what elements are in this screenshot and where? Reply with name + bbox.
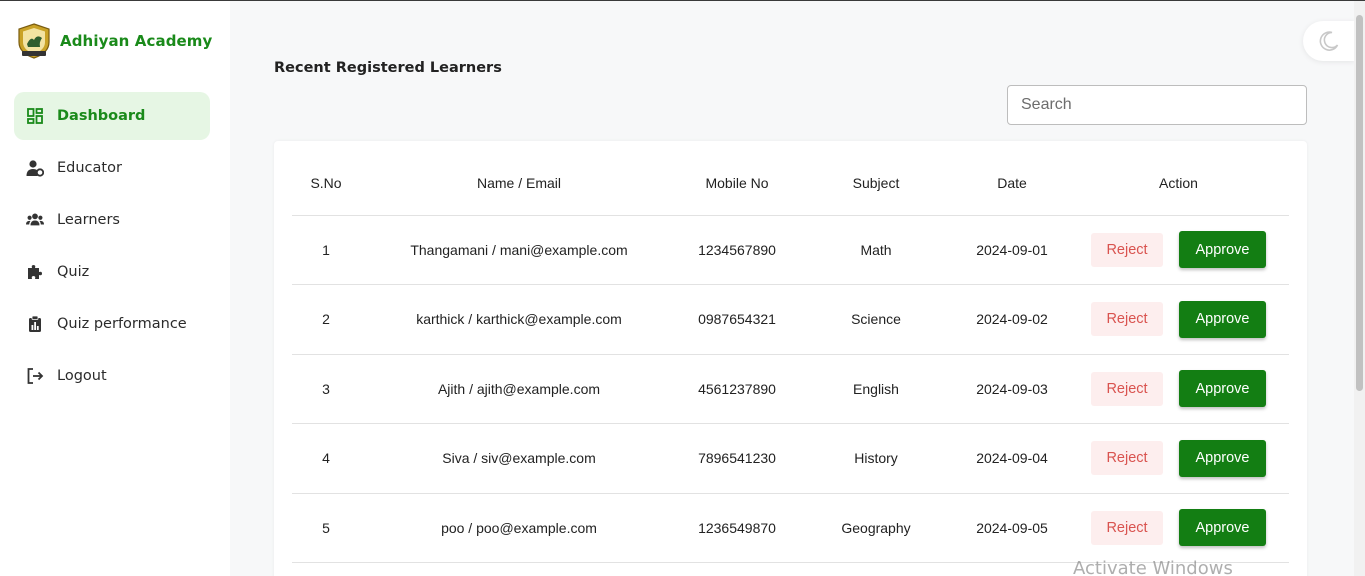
- sidebar-item-label: Educator: [57, 160, 122, 176]
- brand-name: Adhiyan Academy: [60, 32, 213, 50]
- dashboard-icon: [25, 106, 45, 126]
- sidebar-item-label: Dashboard: [57, 108, 146, 124]
- cell-name-email: Siva / siv@example.com: [360, 423, 678, 494]
- activate-windows-watermark: Activate Windows: [1073, 558, 1233, 576]
- cell-sno: 2: [292, 284, 360, 355]
- cell-actions: Reject Approve: [1068, 284, 1289, 355]
- table-row: 1 Thangamani / mani@example.com 12345678…: [292, 215, 1289, 285]
- learners-table: S.No Name / Email Mobile No Subject Date…: [292, 151, 1289, 563]
- page-scrollbar[interactable]: [1354, 1, 1365, 576]
- reject-button[interactable]: Reject: [1091, 302, 1163, 337]
- cell-date: 2024-09-05: [956, 493, 1068, 563]
- cell-date: 2024-09-04: [956, 423, 1068, 494]
- approve-button[interactable]: Approve: [1179, 439, 1266, 477]
- column-header-action: Action: [1068, 151, 1289, 216]
- cell-date: 2024-09-01: [956, 215, 1068, 285]
- reject-button[interactable]: Reject: [1091, 510, 1163, 545]
- reject-button[interactable]: Reject: [1091, 371, 1163, 406]
- users-icon: [25, 210, 45, 230]
- cell-sno: 4: [292, 423, 360, 494]
- cell-subject: English: [796, 354, 956, 424]
- cell-sno: 5: [292, 493, 360, 563]
- approve-button[interactable]: Approve: [1179, 231, 1266, 269]
- puzzle-icon: [25, 262, 45, 282]
- page-title: Recent Registered Learners: [274, 60, 502, 76]
- brand[interactable]: Adhiyan Academy: [16, 22, 212, 60]
- academy-logo-icon: [18, 23, 50, 59]
- sidebar-item-quiz[interactable]: Quiz: [14, 248, 210, 296]
- search-input[interactable]: [1007, 85, 1307, 125]
- sidebar-item-label: Logout: [57, 368, 107, 384]
- cell-actions: Reject Approve: [1068, 354, 1289, 424]
- scrollbar-thumb[interactable]: [1356, 15, 1363, 391]
- cell-mobile: 1236549870: [678, 493, 796, 563]
- user-gear-icon: [25, 158, 45, 178]
- cell-name-email: poo / poo@example.com: [360, 493, 678, 563]
- cell-date: 2024-09-03: [956, 354, 1068, 424]
- column-header-date: Date: [956, 151, 1068, 216]
- sidebar-item-label: Learners: [57, 212, 120, 228]
- sidebar-item-educator[interactable]: Educator: [14, 144, 210, 192]
- learners-table-card: S.No Name / Email Mobile No Subject Date…: [274, 141, 1307, 576]
- sidebar-item-label: Quiz performance: [57, 316, 187, 332]
- sidebar: Adhiyan Academy Dashboard Educator Learn…: [0, 1, 230, 576]
- sidebar-nav: Dashboard Educator Learners Quiz Quiz pe…: [14, 92, 210, 404]
- cell-mobile: 7896541230: [678, 423, 796, 494]
- clipboard-chart-icon: [25, 314, 45, 334]
- approve-button[interactable]: Approve: [1179, 300, 1266, 338]
- cell-name-email: Ajith / ajith@example.com: [360, 354, 678, 424]
- logout-icon: [25, 366, 45, 386]
- cell-name-email: Thangamani / mani@example.com: [360, 215, 678, 285]
- column-header-name-email: Name / Email: [360, 151, 678, 216]
- cell-mobile: 0987654321: [678, 284, 796, 355]
- reject-button[interactable]: Reject: [1091, 441, 1163, 476]
- cell-subject: Science: [796, 284, 956, 355]
- cell-mobile: 4561237890: [678, 354, 796, 424]
- table-row: 3 Ajith / ajith@example.com 4561237890 E…: [292, 354, 1289, 424]
- approve-button[interactable]: Approve: [1179, 509, 1266, 547]
- cell-name-email: karthick / karthick@example.com: [360, 284, 678, 355]
- sidebar-item-logout[interactable]: Logout: [14, 352, 210, 400]
- cell-sno: 1: [292, 215, 360, 285]
- cell-subject: Geography: [796, 493, 956, 563]
- cell-subject: History: [796, 423, 956, 494]
- approve-button[interactable]: Approve: [1179, 370, 1266, 408]
- sidebar-item-quiz-performance[interactable]: Quiz performance: [14, 300, 210, 348]
- sidebar-item-label: Quiz: [57, 264, 90, 280]
- cell-actions: Reject Approve: [1068, 493, 1289, 563]
- sidebar-item-learners[interactable]: Learners: [14, 196, 210, 244]
- cell-date: 2024-09-02: [956, 284, 1068, 355]
- table-row: 5 poo / poo@example.com 1236549870 Geogr…: [292, 493, 1289, 563]
- column-header-sno: S.No: [292, 151, 360, 216]
- sidebar-item-dashboard[interactable]: Dashboard: [14, 92, 210, 140]
- cell-actions: Reject Approve: [1068, 215, 1289, 285]
- moon-icon: [1319, 31, 1339, 51]
- table-header-row: S.No Name / Email Mobile No Subject Date…: [292, 151, 1289, 216]
- column-header-subject: Subject: [796, 151, 956, 216]
- cell-sno: 3: [292, 354, 360, 424]
- cell-mobile: 1234567890: [678, 215, 796, 285]
- theme-toggle-button[interactable]: [1303, 21, 1355, 61]
- reject-button[interactable]: Reject: [1091, 232, 1163, 267]
- cell-subject: Math: [796, 215, 956, 285]
- table-row: 4 Siva / siv@example.com 7896541230 Hist…: [292, 423, 1289, 494]
- column-header-mobile: Mobile No: [678, 151, 796, 216]
- table-row: 2 karthick / karthick@example.com 098765…: [292, 284, 1289, 355]
- cell-actions: Reject Approve: [1068, 423, 1289, 494]
